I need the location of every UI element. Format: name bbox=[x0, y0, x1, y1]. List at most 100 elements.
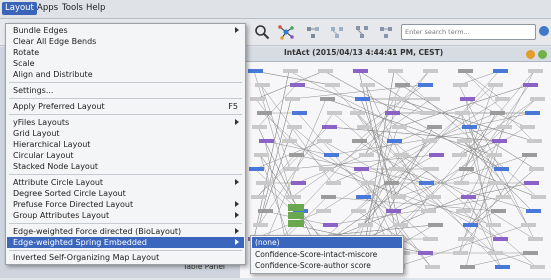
menu-item-group-attributes-layout[interactable]: Group Attributes Layout bbox=[7, 210, 244, 221]
network-node[interactable] bbox=[497, 125, 512, 129]
menu-item-stacked-node-layout[interactable]: Stacked Node Layout bbox=[7, 161, 244, 172]
network-node[interactable] bbox=[291, 181, 306, 185]
menu-item-clear-edge-bends[interactable]: Clear All Edge Bends bbox=[7, 36, 244, 47]
network-node[interactable] bbox=[257, 111, 272, 115]
network-node[interactable] bbox=[491, 209, 506, 213]
network-node[interactable] bbox=[528, 69, 543, 73]
network-node[interactable] bbox=[458, 237, 473, 241]
network-node[interactable] bbox=[523, 251, 538, 255]
network-node[interactable] bbox=[521, 223, 536, 227]
menu-item-apply-preferred-layout[interactable]: Apply Preferred Layout F5 bbox=[7, 101, 244, 112]
network-node[interactable] bbox=[255, 83, 270, 87]
menu-item-edge-weighted-spring-embedded[interactable]: Edge-weighted Spring Embedded bbox=[7, 237, 244, 248]
network-node[interactable] bbox=[429, 153, 444, 157]
network-node[interactable] bbox=[424, 167, 439, 171]
network-node[interactable] bbox=[394, 153, 409, 157]
zoom-icon[interactable] bbox=[254, 24, 270, 40]
network-node[interactable] bbox=[388, 69, 403, 73]
menu-item-edge-weighted-force-directed[interactable]: Edge-weighted Force directed (BioLayout) bbox=[7, 226, 244, 237]
network-node[interactable] bbox=[418, 83, 433, 87]
network-node[interactable] bbox=[326, 181, 341, 185]
network-node[interactable] bbox=[317, 139, 332, 143]
network-node[interactable] bbox=[354, 167, 369, 171]
network-node[interactable] bbox=[259, 139, 274, 143]
network-node[interactable] bbox=[453, 251, 468, 255]
network-node[interactable] bbox=[353, 69, 368, 73]
network-node[interactable] bbox=[421, 209, 436, 213]
network-node[interactable] bbox=[495, 97, 510, 101]
network-node[interactable] bbox=[456, 209, 471, 213]
network-node[interactable] bbox=[387, 139, 402, 143]
network-node[interactable] bbox=[529, 167, 544, 171]
network-node[interactable] bbox=[422, 139, 437, 143]
network-node[interactable] bbox=[525, 111, 540, 115]
network-node[interactable] bbox=[285, 97, 300, 101]
network-node[interactable] bbox=[384, 181, 399, 185]
network-node[interactable] bbox=[289, 153, 304, 157]
menu-item-inverted-self-organizing-map[interactable]: Inverted Self-Organizing Map Layout bbox=[7, 252, 244, 263]
network-node[interactable] bbox=[462, 125, 477, 129]
menu-item-hierarchical-layout[interactable]: Hierarchical Layout bbox=[7, 139, 244, 150]
network-node[interactable] bbox=[386, 209, 401, 213]
menu-item-prefuse-force-directed-layout[interactable]: Prefuse Force Directed Layout bbox=[7, 199, 244, 210]
network-node[interactable] bbox=[390, 97, 405, 101]
network-node[interactable] bbox=[318, 69, 333, 73]
network-node[interactable] bbox=[427, 125, 442, 129]
network-node[interactable] bbox=[453, 83, 468, 87]
network-node[interactable] bbox=[419, 181, 434, 185]
network-node[interactable] bbox=[457, 139, 472, 143]
network-node[interactable] bbox=[489, 181, 504, 185]
menu-item-attribute-circle-layout[interactable]: Attribute Circle Layout bbox=[7, 177, 244, 188]
network-node[interactable] bbox=[253, 223, 268, 227]
network-node[interactable] bbox=[393, 223, 408, 227]
minimize-icon[interactable] bbox=[526, 50, 535, 59]
menu-item-scale[interactable]: Scale bbox=[7, 58, 244, 69]
network-node[interactable] bbox=[358, 223, 373, 227]
network-node[interactable] bbox=[524, 181, 539, 185]
network-node[interactable] bbox=[495, 265, 510, 269]
network-node[interactable] bbox=[361, 181, 376, 185]
network-node[interactable] bbox=[523, 83, 538, 87]
network-node[interactable] bbox=[522, 153, 537, 157]
network-node[interactable] bbox=[423, 237, 438, 241]
network-node[interactable] bbox=[493, 69, 508, 73]
network-node[interactable] bbox=[252, 125, 267, 129]
network-node[interactable] bbox=[283, 69, 298, 73]
network-node[interactable] bbox=[530, 265, 545, 269]
network-node[interactable] bbox=[490, 111, 505, 115]
network-node[interactable] bbox=[488, 83, 503, 87]
show-all-icon[interactable] bbox=[330, 24, 346, 40]
network-node[interactable] bbox=[452, 153, 467, 157]
submenu-item-none[interactable]: (none) bbox=[252, 237, 402, 248]
network-node[interactable] bbox=[458, 69, 473, 73]
network-node[interactable] bbox=[493, 237, 508, 241]
network-node[interactable] bbox=[323, 223, 338, 227]
menu-help[interactable]: Help bbox=[83, 2, 108, 15]
network-node[interactable] bbox=[392, 125, 407, 129]
network-node[interactable] bbox=[460, 265, 475, 269]
network-node[interactable] bbox=[486, 223, 501, 227]
first-neighbors-icon[interactable] bbox=[354, 24, 370, 40]
network-node[interactable] bbox=[520, 125, 535, 129]
network-node[interactable] bbox=[322, 125, 337, 129]
menu-item-circular-layout[interactable]: Circular Layout bbox=[7, 150, 244, 161]
menu-item-yfiles-layouts[interactable]: yFiles Layouts bbox=[7, 117, 244, 128]
network-node[interactable] bbox=[391, 195, 406, 199]
network-node[interactable] bbox=[256, 181, 271, 185]
network-node[interactable] bbox=[290, 83, 305, 87]
network-node[interactable] bbox=[527, 139, 542, 143]
network-node[interactable] bbox=[355, 97, 370, 101]
hide-selected-icon[interactable] bbox=[306, 24, 322, 40]
network-node[interactable] bbox=[258, 209, 273, 213]
network-node[interactable] bbox=[389, 167, 404, 171]
menu-apps[interactable]: Apps bbox=[34, 2, 61, 15]
menu-tools[interactable]: Tools bbox=[59, 2, 86, 15]
network-node[interactable] bbox=[425, 265, 440, 269]
network-node[interactable] bbox=[492, 139, 507, 143]
network-node[interactable] bbox=[454, 181, 469, 185]
network-node[interactable] bbox=[320, 97, 335, 101]
network-node[interactable] bbox=[463, 223, 478, 227]
network-node[interactable] bbox=[287, 125, 302, 129]
network-node[interactable] bbox=[488, 251, 503, 255]
network-node[interactable] bbox=[526, 209, 541, 213]
